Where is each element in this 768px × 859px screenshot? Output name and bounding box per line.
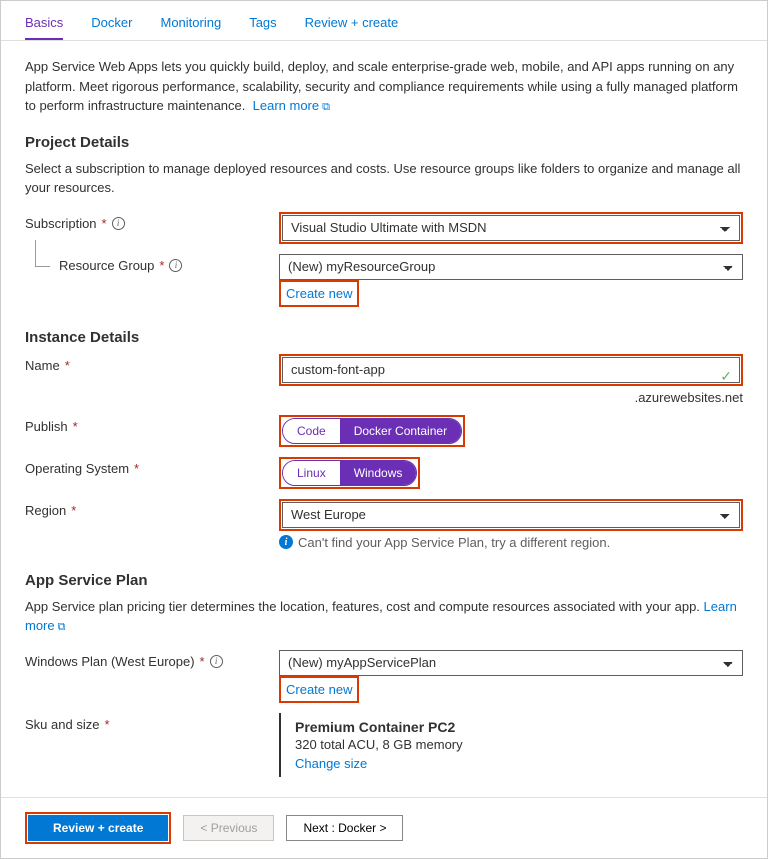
publish-label: Publish [25,419,68,434]
tab-review-create[interactable]: Review + create [305,11,399,40]
project-help: Select a subscription to manage deployed… [25,159,743,198]
next-button[interactable]: Next : Docker > [286,815,403,841]
required-icon: * [102,216,107,231]
os-pill-group: Linux Windows [282,460,417,486]
region-hint: Can't find your App Service Plan, try a … [298,535,610,550]
windows-plan-label: Windows Plan (West Europe) [25,654,195,669]
domain-suffix: .azurewebsites.net [279,390,743,405]
learn-more-link[interactable]: Learn more⧉ [253,98,330,113]
windows-plan-select[interactable]: (New) myAppServicePlan [279,650,743,676]
valid-check-icon: ✓ [720,368,732,385]
tab-tags[interactable]: Tags [249,11,276,40]
tab-basics[interactable]: Basics [25,11,63,40]
external-link-icon: ⧉ [322,99,330,116]
region-label: Region [25,503,66,518]
create-new-rg-link[interactable]: Create new [282,283,356,304]
required-icon: * [65,358,70,373]
required-icon: * [200,654,205,669]
sku-title: Premium Container PC2 [295,719,743,735]
publish-pill-group: Code Docker Container [282,418,462,444]
sku-card: Premium Container PC2 320 total ACU, 8 G… [279,713,743,777]
required-icon: * [159,258,164,273]
name-input[interactable] [282,357,740,383]
create-new-plan-link[interactable]: Create new [282,679,356,700]
intro-body: App Service Web Apps lets you quickly bu… [25,59,738,113]
info-icon[interactable]: i [210,655,223,668]
os-linux-option[interactable]: Linux [283,461,340,485]
name-label: Name [25,358,60,373]
required-icon: * [71,503,76,518]
required-icon: * [104,717,109,732]
required-icon: * [134,461,139,476]
subscription-label: Subscription [25,216,97,231]
tab-bar: Basics Docker Monitoring Tags Review + c… [1,1,767,41]
previous-button: < Previous [183,815,274,841]
review-create-button[interactable]: Review + create [28,815,168,841]
change-size-link[interactable]: Change size [295,756,743,771]
external-link-icon: ⧉ [58,619,66,636]
footer-bar: Review + create < Previous Next : Docker… [1,797,767,858]
publish-docker-option[interactable]: Docker Container [340,419,461,443]
app-service-plan-heading: App Service Plan [25,572,743,589]
info-icon[interactable]: i [169,259,182,272]
os-windows-option[interactable]: Windows [340,461,417,485]
resource-group-select[interactable]: (New) myResourceGroup [279,254,743,280]
sku-subtitle: 320 total ACU, 8 GB memory [295,737,743,752]
hint-info-icon: i [279,535,293,549]
plan-help: App Service plan pricing tier determines… [25,597,743,636]
required-icon: * [73,419,78,434]
intro-text: App Service Web Apps lets you quickly bu… [25,57,743,116]
sku-label: Sku and size [25,717,99,732]
tab-monitoring[interactable]: Monitoring [160,11,221,40]
os-label: Operating System [25,461,129,476]
subscription-select[interactable]: Visual Studio Ultimate with MSDN [282,215,740,241]
tab-docker[interactable]: Docker [91,11,132,40]
instance-details-heading: Instance Details [25,329,743,346]
project-details-heading: Project Details [25,134,743,151]
publish-code-option[interactable]: Code [283,419,340,443]
info-icon[interactable]: i [112,217,125,230]
region-select[interactable]: West Europe [282,502,740,528]
resource-group-label: Resource Group [59,258,154,273]
